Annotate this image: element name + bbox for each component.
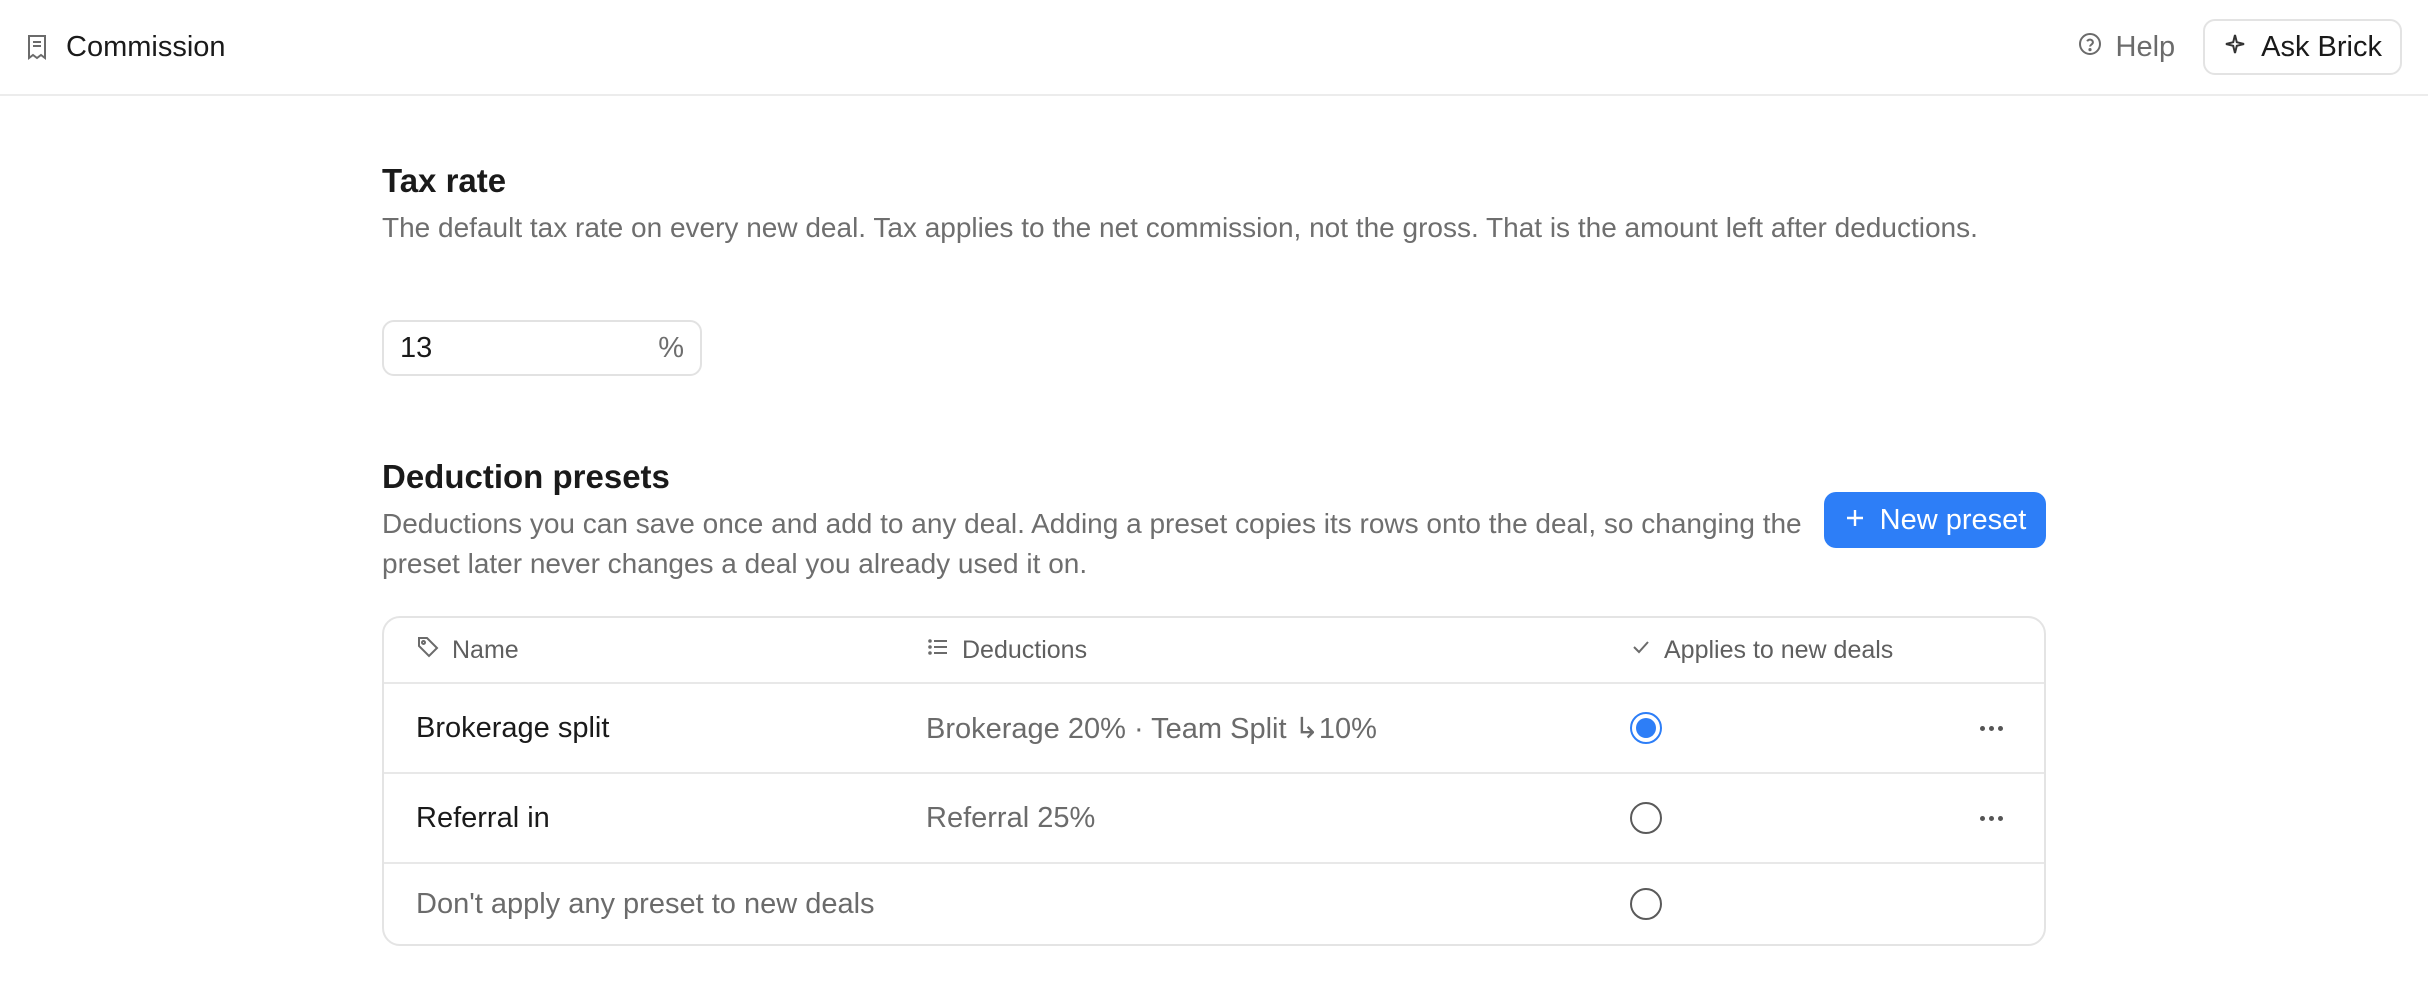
- column-name-label: Name: [452, 635, 519, 664]
- help-link[interactable]: Help: [2078, 30, 2176, 64]
- check-icon: [1630, 636, 1652, 665]
- page-header: Commission: [26, 31, 226, 64]
- column-applies-label: Applies to new deals: [1664, 635, 1894, 664]
- tax-rate-value[interactable]: 13: [400, 332, 432, 365]
- column-header-deductions: Deductions: [926, 618, 1087, 682]
- header-actions: Help Ask Brick: [2078, 19, 2402, 75]
- applies-radio[interactable]: [1630, 802, 1662, 834]
- ask-brick-label: Ask Brick: [2261, 30, 2382, 63]
- sparkle-icon: [2223, 31, 2247, 64]
- deduction-presets-title: Deduction presets: [382, 458, 670, 495]
- no-preset-label: Don't apply any preset to new deals: [416, 887, 875, 920]
- column-header-applies: Applies to new deals: [1630, 618, 1893, 682]
- applies-radio-selected[interactable]: [1630, 712, 1662, 744]
- tag-icon: [416, 635, 440, 666]
- new-preset-button[interactable]: New preset: [1824, 492, 2046, 548]
- table-header-row: Name Deductions Applies to new deals: [384, 618, 2044, 684]
- tax-rate-field[interactable]: 13 %: [382, 320, 702, 376]
- deduction-presets-table: Name Deductions Applies to new deals Bro…: [382, 616, 2046, 946]
- tax-rate-description: The default tax rate on every new deal. …: [382, 212, 1978, 243]
- document-icon: [26, 34, 48, 60]
- ask-brick-button[interactable]: Ask Brick: [2203, 19, 2402, 75]
- no-preset-radio[interactable]: [1630, 888, 1662, 920]
- help-circle-icon: [2078, 31, 2102, 64]
- preset-name: Brokerage split: [416, 711, 610, 744]
- top-bar: Commission Help Ask Brick: [0, 0, 2428, 96]
- percent-suffix: %: [658, 331, 684, 364]
- plus-icon: [1844, 504, 1866, 537]
- list-icon: [926, 635, 950, 666]
- table-row-none[interactable]: Don't apply any preset to new deals: [384, 864, 2044, 944]
- preset-deductions: Referral 25%: [926, 801, 1096, 834]
- tax-rate-title: Tax rate: [382, 162, 507, 199]
- column-header-name: Name: [416, 618, 519, 682]
- table-row[interactable]: Brokerage split Brokerage 20% · Team Spl…: [384, 684, 2044, 774]
- preset-name: Referral in: [416, 801, 550, 834]
- page-title: Commission: [66, 30, 226, 63]
- table-row[interactable]: Referral in Referral 25%: [384, 774, 2044, 864]
- more-horizontal-icon[interactable]: [1974, 720, 2009, 737]
- column-deductions-label: Deductions: [962, 635, 1088, 664]
- deduction-presets-description: Deductions you can save once and add to …: [382, 508, 1802, 579]
- preset-deductions: Brokerage 20% · Team Split ↳10%: [926, 712, 1377, 745]
- new-preset-label: New preset: [1879, 503, 2027, 536]
- help-label: Help: [2115, 30, 2176, 63]
- more-horizontal-icon[interactable]: [1974, 810, 2009, 827]
